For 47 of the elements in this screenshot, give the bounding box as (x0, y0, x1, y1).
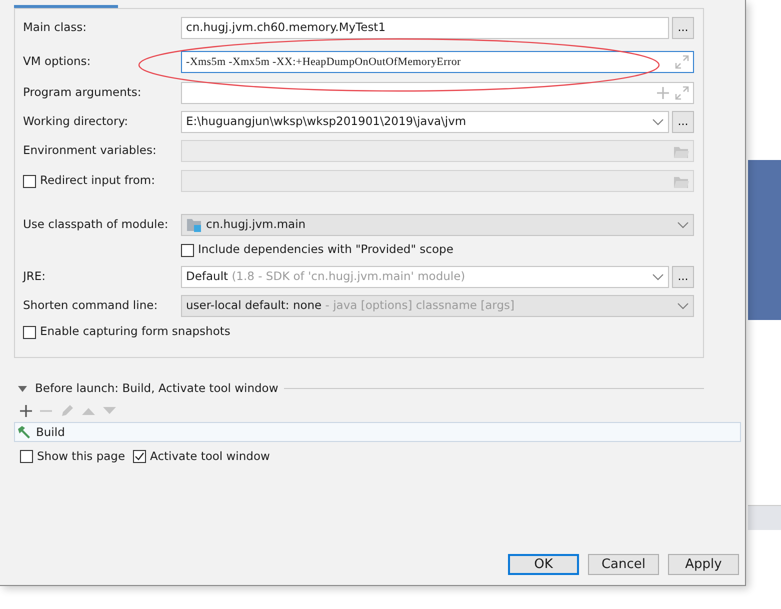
input-field[interactable] (181, 140, 694, 162)
field-label: Shorten command line: (23, 297, 159, 314)
checkbox[interactable] (181, 244, 194, 256)
input-field[interactable] (181, 82, 694, 104)
checkbox[interactable] (23, 326, 36, 338)
field-label: Main class: (23, 19, 88, 36)
dialog-button[interactable]: Apply (668, 554, 739, 575)
combo-box[interactable]: E:\huguangjun\wksp\wksp201901\2019\java\jvm (181, 111, 669, 133)
expand-icon[interactable] (675, 55, 689, 69)
field-label: Use classpath of module: (23, 216, 170, 234)
combo-box[interactable]: Default (1.8 - SDK of 'cn.hugj.jvm.main' module) (181, 266, 669, 288)
section-title: Before launch: Build, Activate tool window (35, 380, 278, 397)
combo-box[interactable]: cn.hugj.jvm.main (181, 214, 694, 236)
browse-button[interactable]: ... (672, 17, 694, 39)
background-window (748, 505, 781, 530)
expand-triangle-icon[interactable] (18, 386, 27, 392)
dialog-button[interactable]: Cancel (588, 554, 659, 575)
input-field[interactable]: -Xms5m -Xmx5m -XX:+HeapDumpOnOutOfMemoryError (181, 51, 694, 73)
checkbox-label: Show this page (37, 448, 126, 466)
chevron-icon[interactable] (652, 118, 664, 126)
chevron-icon[interactable] (652, 273, 664, 281)
hammer-icon (17, 425, 31, 440)
input-field[interactable]: cn.hugj.jvm.ch60.memory.MyTest1 (181, 17, 669, 39)
checkbox[interactable] (133, 450, 146, 464)
browse-button[interactable]: ... (672, 111, 694, 133)
checkbox[interactable] (20, 450, 33, 464)
checkbox[interactable] (23, 174, 36, 188)
plus-icon[interactable] (657, 87, 669, 99)
chevron-icon[interactable] (677, 221, 689, 229)
combo-box[interactable]: user-local default: none - java [options] classname [args] (181, 295, 694, 317)
add-icon[interactable] (20, 405, 32, 418)
module-folder-icon (186, 218, 202, 232)
checkbox-label: Enable capturing form snapshots (40, 323, 230, 340)
field-label: Program arguments: (23, 84, 142, 102)
field-label: Redirect input from: (40, 172, 155, 190)
input-field[interactable] (181, 170, 694, 192)
checkbox-label: Activate tool window (150, 448, 270, 466)
field-label: JRE: (23, 268, 47, 286)
field-label: VM options: (23, 53, 92, 70)
browse-button[interactable]: ... (672, 266, 694, 288)
checkbox-label: Include dependencies with "Provided" scope (198, 241, 454, 258)
chevron-icon[interactable] (677, 302, 689, 310)
expand-icon[interactable] (675, 86, 689, 100)
task-row[interactable]: Build (14, 422, 741, 442)
dialog-button[interactable]: OK (508, 554, 579, 575)
field-label: Working directory: (23, 113, 130, 130)
field-label: Environment variables: (23, 142, 158, 160)
